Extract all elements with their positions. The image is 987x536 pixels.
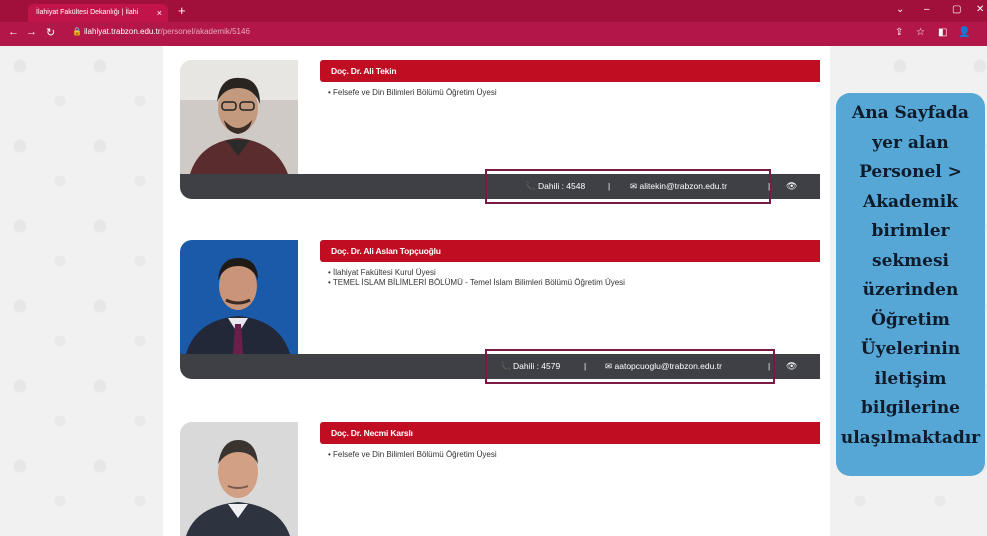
profile-icon[interactable]: 👤	[958, 27, 970, 38]
separator: |	[768, 181, 771, 191]
url-field[interactable]: ilahiyat.trabzon.edu.tr/personel/akademi…	[84, 27, 250, 36]
callout-line: birimler	[871, 221, 950, 241]
email-link[interactable]: ✉ aatopcuoglu@trabzon.edu.tr	[605, 354, 722, 379]
share-icon[interactable]: ⇪	[895, 27, 903, 38]
phone-icon: 📞	[500, 361, 511, 371]
address-bar: ← → ↻ 🔒 ilahiyat.trabzon.edu.tr/personel…	[0, 22, 987, 46]
separator: |	[768, 361, 771, 371]
separator: |	[584, 361, 587, 371]
back-icon[interactable]: ←	[8, 26, 19, 38]
reload-icon[interactable]: ↻	[46, 26, 55, 39]
staff-roles: Felsefe ve Din Bilimleri Bölümü Öğretim …	[328, 450, 497, 460]
new-tab-button[interactable]: +	[178, 3, 186, 19]
role-item: İlahiyat Fakültesi Kurul Üyesi	[328, 268, 625, 278]
callout-line: yer alan	[872, 132, 949, 153]
staff-name[interactable]: Doç. Dr. Necmi Karslı	[320, 422, 820, 444]
url-host: ilahiyat.trabzon.edu.tr	[84, 27, 161, 36]
side-panel-icon[interactable]: ◧	[938, 27, 947, 38]
staff-roles: Felsefe ve Din Bilimleri Bölümü Öğretim …	[328, 88, 497, 98]
eye-icon[interactable]: 👁	[786, 174, 797, 199]
mail-icon: ✉	[630, 181, 638, 191]
staff-name[interactable]: Doç. Dr. Ali Aslan Topçuoğlu	[320, 240, 820, 262]
callout-line: Personel >	[859, 162, 962, 182]
staff-name[interactable]: Doç. Dr. Ali Tekin	[320, 60, 820, 82]
close-window-icon[interactable]: ✕	[976, 4, 984, 15]
contact-bar: 📞 Dahili : 4548 | ✉ alitekin@trabzon.edu…	[180, 169, 820, 204]
annotation-callout: Ana Sayfada yer alan Personel > Akademik…	[836, 93, 985, 476]
staff-photo	[180, 240, 298, 354]
staff-card: Doç. Dr. Necmi Karslı Felsefe ve Din Bil…	[180, 422, 820, 536]
bookmark-star-icon[interactable]: ☆	[916, 27, 925, 38]
browser-tab-bar: İlahiyat Fakültesi Dekanlığı | İlahi × +…	[0, 0, 987, 22]
callout-line: üzerinden	[862, 280, 959, 300]
browser-tab[interactable]: İlahiyat Fakültesi Dekanlığı | İlahi ×	[28, 4, 168, 22]
phone-icon: 📞	[525, 181, 536, 191]
callout-line: Üyelerinin	[860, 339, 961, 359]
role-item: Felsefe ve Din Bilimleri Bölümü Öğretim …	[328, 88, 497, 98]
email-link[interactable]: ✉ alitekin@trabzon.edu.tr	[630, 174, 727, 199]
phone-extension: 📞 Dahili : 4548	[525, 181, 586, 191]
staff-roles: İlahiyat Fakültesi Kurul Üyesi TEMEL İSL…	[328, 268, 625, 288]
staff-list: Doç. Dr. Ali Tekin Felsefe ve Din Biliml…	[163, 46, 830, 536]
callout-line: iletişim	[874, 368, 947, 389]
callout-line: bilgilerine	[860, 398, 960, 418]
role-item: Felsefe ve Din Bilimleri Bölümü Öğretim …	[328, 450, 497, 460]
tab-search-icon[interactable]: ⌄	[896, 4, 904, 15]
lock-icon[interactable]: 🔒	[72, 27, 82, 36]
callout-line: ulaşılmaktadır	[840, 427, 981, 448]
staff-card: Doç. Dr. Ali Aslan Topçuoğlu İlahiyat Fa…	[180, 240, 820, 390]
callout-line: Öğretim	[871, 309, 950, 330]
mail-icon: ✉	[605, 361, 613, 371]
phone-extension: 📞 Dahili : 4579	[500, 361, 561, 371]
forward-icon[interactable]: →	[26, 26, 37, 38]
callout-line: sekmesi	[872, 250, 949, 271]
staff-card: Doç. Dr. Ali Tekin Felsefe ve Din Biliml…	[180, 60, 820, 210]
callout-line: Akademik	[863, 191, 958, 212]
tab-close-icon[interactable]: ×	[157, 4, 162, 22]
contact-bar: 📞 Dahili : 4579 | ✉ aatopcuoglu@trabzon.…	[180, 349, 820, 384]
role-item: TEMEL İSLAM BİLİMLERİ BÖLÜMÜ - Temel İsl…	[328, 278, 625, 288]
callout-line: Ana Sayfada	[852, 103, 969, 123]
tab-title: İlahiyat Fakültesi Dekanlığı | İlahi	[36, 9, 139, 16]
separator: |	[608, 181, 611, 191]
minimize-icon[interactable]: –	[924, 4, 930, 15]
staff-photo	[180, 422, 298, 536]
staff-photo	[180, 60, 298, 174]
maximize-icon[interactable]: ▢	[952, 4, 961, 15]
url-path: /personel/akademik/5146	[160, 27, 250, 36]
eye-icon[interactable]: 👁	[786, 354, 797, 379]
